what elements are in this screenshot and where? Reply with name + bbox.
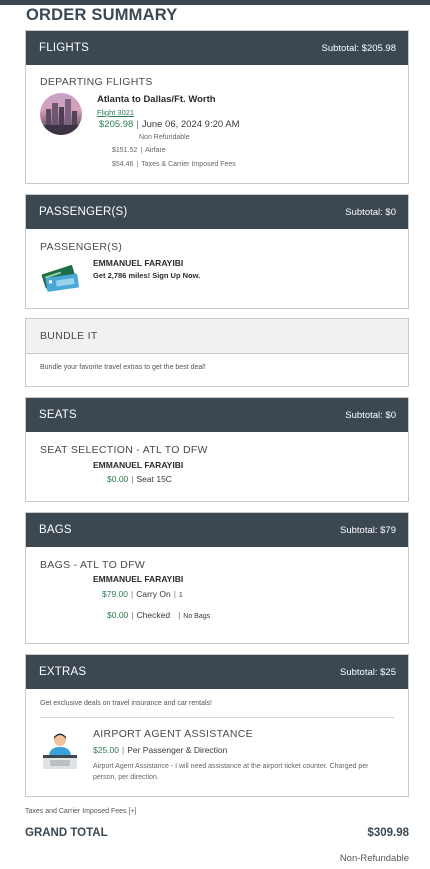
checked-label: Checked: [136, 610, 171, 620]
flight-route: Atlanta to Dallas/Ft. Worth: [97, 94, 216, 105]
airfare-label: Airfare: [145, 147, 166, 154]
flight-date: June 06, 2024 9:20 AM: [141, 119, 240, 130]
bundle-title: BUNDLE IT: [40, 330, 98, 342]
passengers-section-label: PASSENGER(S): [40, 241, 123, 253]
taxes-amount: $54.46: [112, 161, 134, 168]
airfare-row: $151.52 | Airfare: [112, 147, 166, 154]
flight-price: $205.98: [99, 119, 134, 130]
destination-thumbnail: [40, 93, 82, 135]
checked-count: No Bags: [183, 613, 211, 620]
passengers-header-title: PASSENGER(S): [39, 206, 128, 218]
airport-agent-price: $25.00: [93, 745, 119, 755]
bags-subtotal: Subtotal: $79: [340, 524, 396, 536]
seats-header-title: SEATS: [39, 409, 77, 421]
extras-subtotal: Subtotal: $25: [340, 666, 396, 678]
carry-on-price: $79.00: [102, 589, 128, 599]
flight-price-row: $205.98 | June 06, 2024 9:20 AM: [99, 119, 240, 130]
seat-price: $0.00: [107, 474, 129, 484]
bags-passenger-name: EMMANUEL FARAYIBI: [93, 574, 184, 584]
flights-card: FLIGHTS Subtotal: $205.98 DEPARTING FLIG…: [25, 30, 409, 184]
bags-header: BAGS Subtotal: $79: [26, 513, 408, 547]
carry-on-count: 1: [178, 592, 183, 599]
airfare-amount: $151.52: [112, 147, 138, 154]
airport-agent-unit: Per Passenger & Direction: [127, 745, 228, 755]
seats-subtotal: Subtotal: $0: [345, 409, 396, 421]
page-title: ORDER SUMMARY: [26, 6, 178, 24]
carry-on-row: $79.00 | Carry On | 1: [102, 589, 183, 599]
seat-selection-label: SEAT SELECTION - ATL TO DFW: [40, 444, 208, 456]
seat-number: Seat 15C: [136, 474, 172, 484]
bundle-header: BUNDLE IT: [26, 319, 408, 354]
boarding-pass-icon: [40, 261, 80, 298]
extras-card: EXTRAS Subtotal: $25 Get exclusive deals…: [25, 654, 409, 797]
checked-row: $0.00 | Checked | No Bags: [107, 610, 211, 620]
airport-agent-icon: [40, 729, 80, 778]
grand-total-refund-status: Non-Refundable: [339, 853, 409, 864]
checked-price: $0.00: [107, 610, 129, 620]
flight-refund-status: Non Refundable: [139, 134, 190, 141]
flights-subtotal: Subtotal: $205.98: [321, 42, 396, 54]
seat-row: $0.00 | Seat 15C: [107, 474, 172, 484]
grand-total-amount: $309.98: [367, 827, 409, 839]
passengers-header: PASSENGER(S) Subtotal: $0: [26, 195, 408, 229]
airport-agent-description: Airport Agent Assistance - I will need a…: [93, 763, 369, 781]
bags-section-label: BAGS - ATL TO DFW: [40, 559, 146, 571]
taxes-fees-toggle[interactable]: Taxes and Carrier Imposed Fees [+]: [25, 808, 136, 815]
flight-number-link[interactable]: Flight 3021: [97, 108, 134, 117]
passengers-card: PASSENGER(S) Subtotal: $0 PASSENGER(S) E…: [25, 194, 409, 309]
bags-card: BAGS Subtotal: $79 BAGS - ATL TO DFW EMM…: [25, 512, 409, 644]
bags-header-title: BAGS: [39, 524, 72, 536]
extras-header: EXTRAS Subtotal: $25: [26, 655, 408, 689]
airport-agent-title: AIRPORT AGENT ASSISTANCE: [93, 728, 253, 740]
seats-card: SEATS Subtotal: $0 SEAT SELECTION - ATL …: [25, 397, 409, 502]
flights-header: FLIGHTS Subtotal: $205.98: [26, 31, 408, 65]
departing-flights-label: DEPARTING FLIGHTS: [40, 76, 153, 88]
passenger-name: EMMANUEL FARAYIBI: [93, 258, 184, 268]
flights-header-title: FLIGHTS: [39, 42, 89, 54]
taxes-row: $54.46 | Taxes & Carrier Imposed Fees: [112, 161, 236, 168]
seats-header: SEATS Subtotal: $0: [26, 398, 408, 432]
miles-promo-link[interactable]: Get 2,786 miles! Sign Up Now.: [93, 271, 200, 280]
seat-passenger-name: EMMANUEL FARAYIBI: [93, 460, 184, 470]
extras-divider: [40, 717, 394, 718]
top-bar: [0, 0, 430, 5]
extras-header-title: EXTRAS: [39, 666, 87, 678]
carry-on-label: Carry On: [136, 589, 171, 599]
airport-agent-price-row: $25.00 | Per Passenger & Direction: [93, 745, 228, 755]
passengers-subtotal: Subtotal: $0: [345, 206, 396, 218]
extras-deals-text: Get exclusive deals on travel insurance …: [40, 700, 212, 707]
taxes-label: Taxes & Carrier Imposed Fees: [141, 161, 236, 168]
bundle-card: BUNDLE IT Bundle your favorite travel ex…: [25, 318, 409, 387]
grand-total-label: GRAND TOTAL: [25, 827, 108, 839]
bundle-text: Bundle your favorite travel extras to ge…: [40, 364, 206, 371]
